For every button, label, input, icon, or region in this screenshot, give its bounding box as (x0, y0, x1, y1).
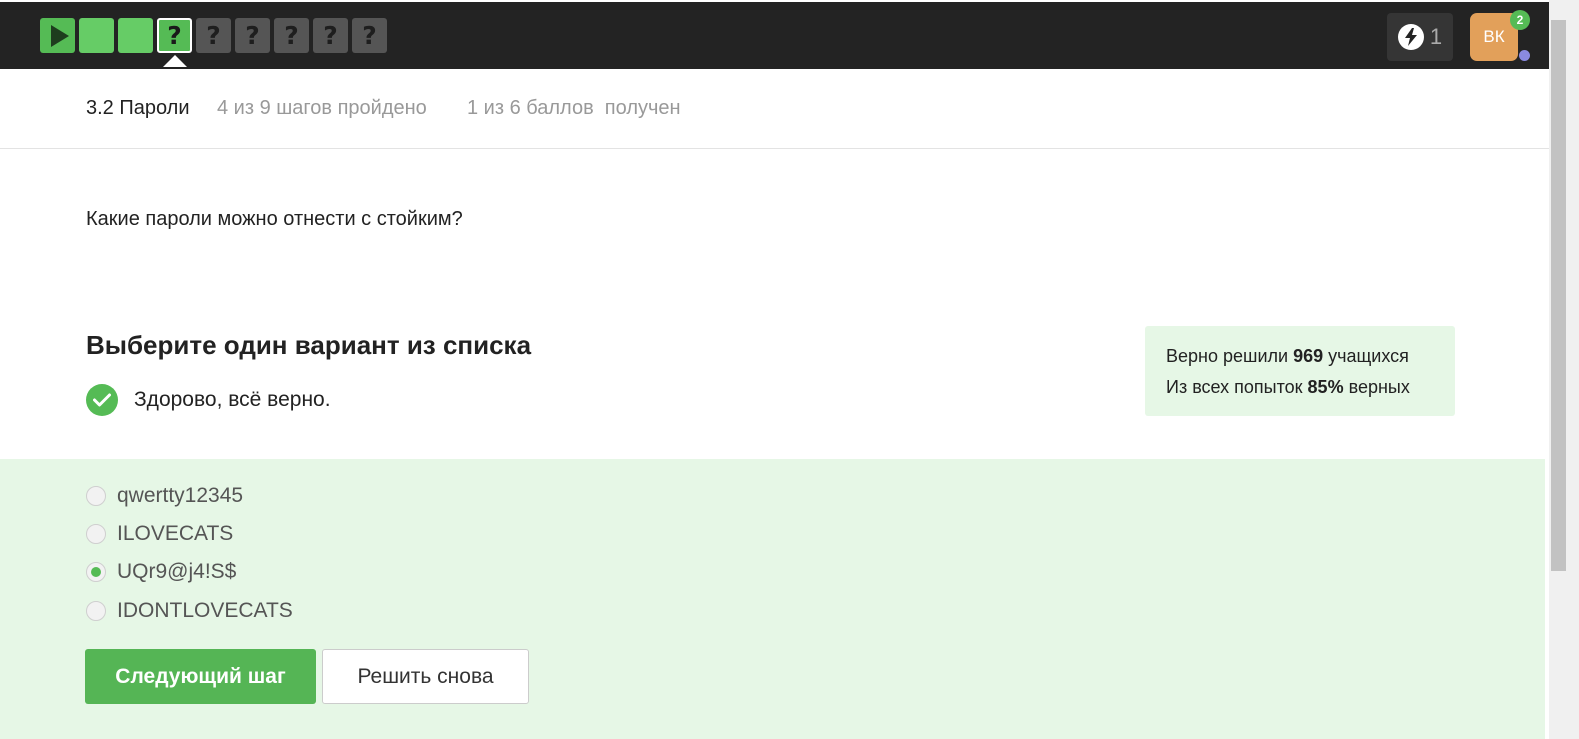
step-4-current[interactable]: ? (157, 18, 192, 53)
status-dot (1519, 50, 1530, 61)
scrollbar-thumb[interactable] (1551, 20, 1566, 571)
option-1[interactable]: qwertty12345 (86, 484, 243, 508)
retry-button[interactable]: Решить снова (322, 649, 529, 704)
solved-count: 969 (1293, 346, 1324, 366)
option-label[interactable]: IDONTLOVECATS (117, 599, 293, 623)
scrollbar[interactable] (1549, 0, 1579, 739)
score-progress: 1 из 6 баллов получен (467, 97, 681, 119)
radio-button[interactable] (86, 524, 106, 544)
stats-panel: Верно решили 969 учащихся Из всех попыто… (1145, 326, 1455, 416)
energy-count: 1 (1429, 24, 1443, 49)
question-icon: ? (245, 21, 260, 50)
notification-badge: 2 (1510, 10, 1530, 30)
radio-button[interactable] (86, 486, 106, 506)
solved-stat: Верно решили 969 учащихся (1166, 340, 1434, 373)
attempts-suffix: верных (1343, 377, 1410, 397)
lightning-icon (1397, 24, 1424, 50)
option-label[interactable]: ILOVECATS (117, 522, 233, 546)
next-step-button[interactable]: Следующий шаг (85, 649, 316, 704)
question-icon: ? (206, 21, 221, 50)
step-7[interactable]: ? (274, 18, 309, 53)
lesson-header: 3.2 Пароли 4 из 9 шагов пройдено 1 из 6 … (0, 69, 1549, 149)
lesson-title[interactable]: 3.2 Пароли (86, 97, 190, 120)
option-2[interactable]: ILOVECATS (86, 522, 233, 546)
option-label[interactable]: UQr9@j4!S$ (117, 560, 236, 584)
question-icon: ? (284, 21, 299, 50)
quiz-title: Выберите один вариант из списка (86, 330, 532, 360)
energy-button[interactable]: 1 (1387, 13, 1453, 61)
play-icon (50, 24, 69, 47)
app: ? ? ? ? ? ? 1 ВК 2 3.2 Пароли 4 из 9 шаг… (0, 0, 1579, 739)
solved-suffix: учащихся (1323, 346, 1409, 366)
radio-button[interactable] (86, 601, 106, 621)
option-label[interactable]: qwertty12345 (117, 484, 243, 508)
question-icon: ? (323, 21, 338, 50)
question-text: Какие пароли можно отнести с стойким? (86, 208, 463, 230)
attempts-stat: Из всех попыток 85% верных (1166, 371, 1434, 404)
feedback-message: Здорово, всё верно. (86, 384, 331, 416)
step-8[interactable]: ? (313, 18, 348, 53)
option-3[interactable]: UQr9@j4!S$ (86, 560, 236, 584)
check-circle-icon (86, 384, 118, 416)
solved-prefix: Верно решили (1166, 346, 1294, 366)
step-9[interactable]: ? (352, 18, 387, 53)
step-6[interactable]: ? (235, 18, 270, 53)
step-progress-bar: ? ? ? ? ? ? (40, 18, 387, 53)
attempts-prefix: Из всех попыток (1166, 377, 1308, 397)
question-icon: ? (362, 21, 377, 50)
step-1-video[interactable] (40, 18, 75, 53)
step-2[interactable] (79, 18, 114, 53)
attempts-percent: 85% (1307, 377, 1344, 397)
step-5[interactable]: ? (196, 18, 231, 53)
step-3[interactable] (118, 18, 153, 53)
question-icon: ? (167, 21, 182, 50)
option-4[interactable]: IDONTLOVECATS (86, 599, 293, 623)
radio-button-selected[interactable] (86, 562, 106, 582)
top-bar: ? ? ? ? ? ? 1 ВК 2 (0, 2, 1549, 69)
steps-progress: 4 из 9 шагов пройдено (217, 97, 427, 119)
feedback-text: Здорово, всё верно. (134, 388, 331, 411)
